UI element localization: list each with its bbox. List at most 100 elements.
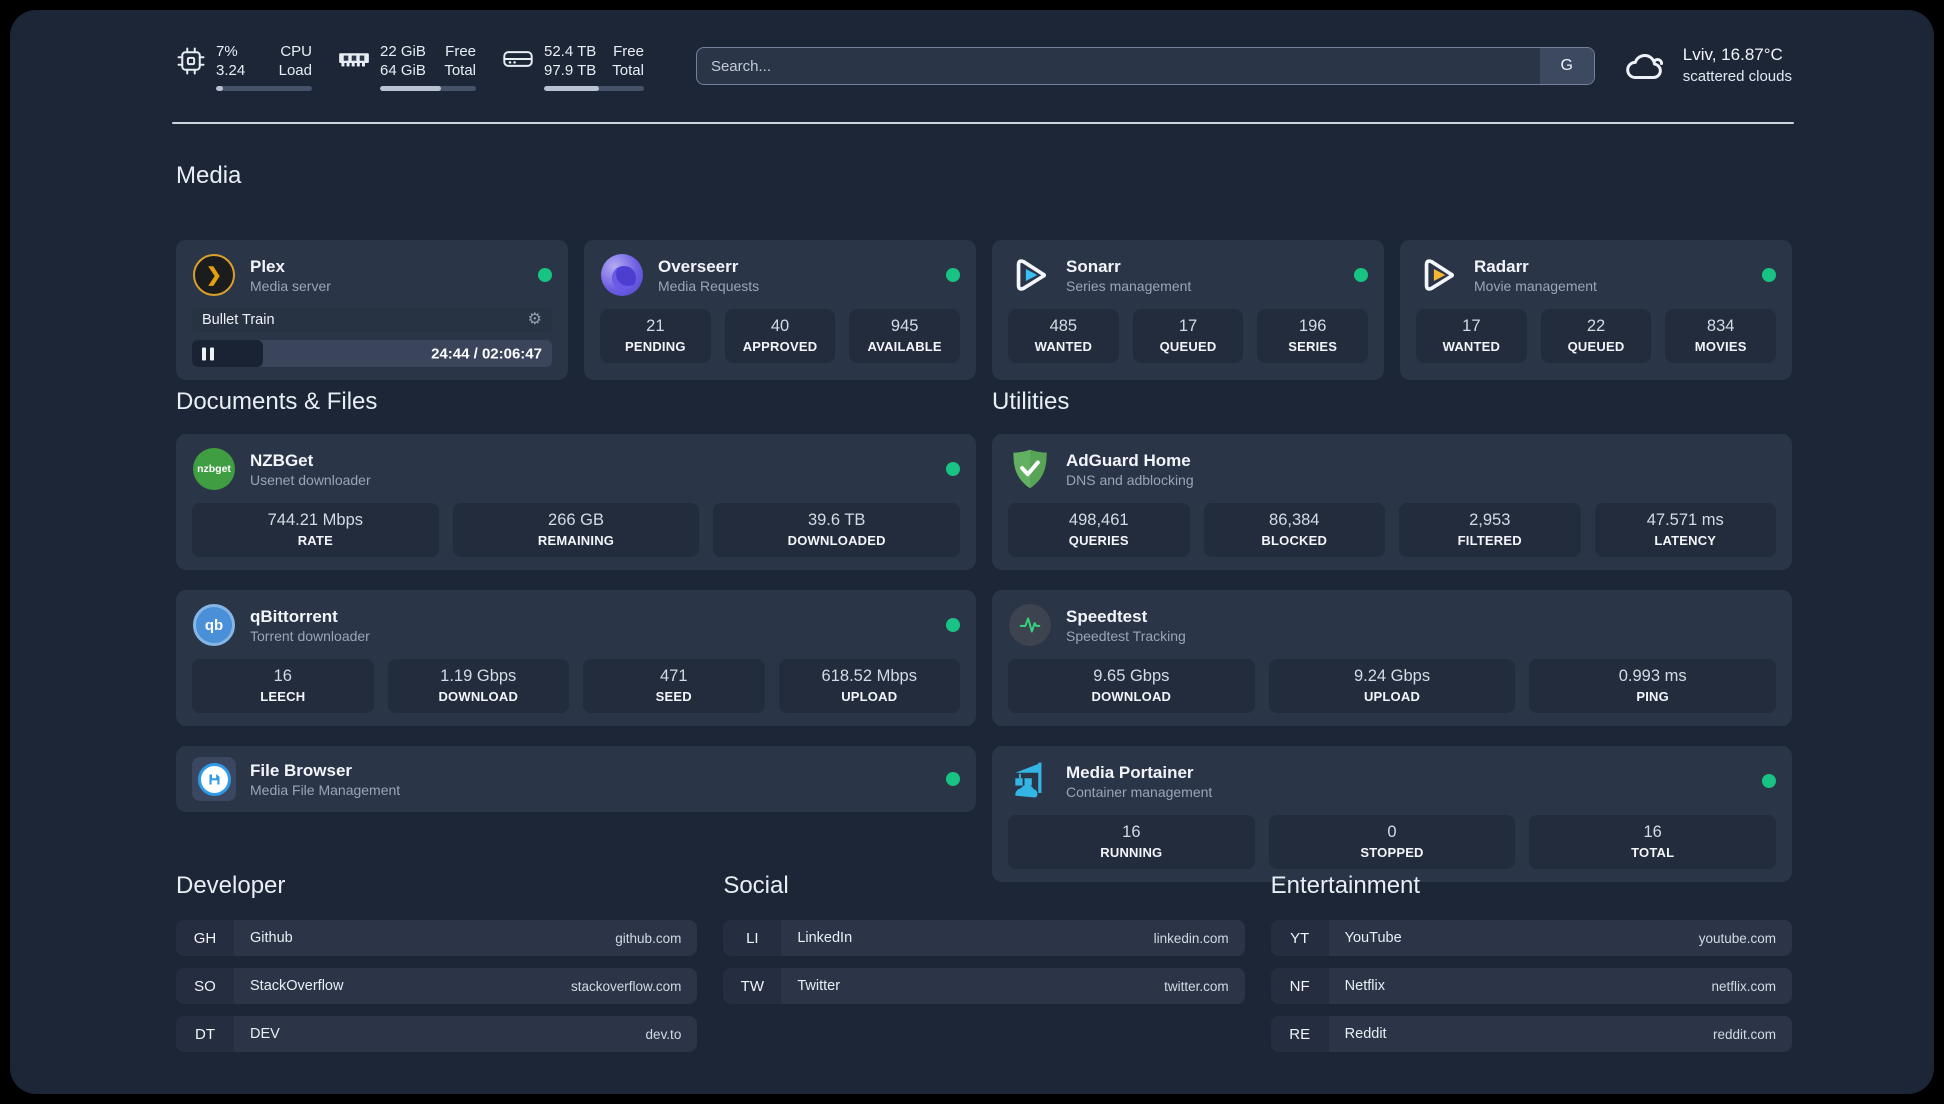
playback-time: 24:44 / 02:06:47 xyxy=(431,345,542,362)
memory-label-top: Free xyxy=(445,42,476,60)
app-name: Overseerr xyxy=(658,256,739,276)
storage-total-value: 97.9 TB xyxy=(544,62,597,79)
app-card-filebrowser[interactable]: File Browser Media File Management xyxy=(176,746,976,812)
bookmark-name: Twitter xyxy=(797,978,841,994)
bookmark-linkedin[interactable]: LI LinkedIn linkedin.com xyxy=(723,920,1245,956)
stat-latency: 47.571 ms LATENCY xyxy=(1594,503,1776,557)
stat-queries: 498,461 QUERIES xyxy=(1008,503,1190,557)
bookmark-github[interactable]: GH Github github.com xyxy=(176,920,698,956)
now-playing-title: Bullet Train xyxy=(202,312,275,328)
bookmark-name: StackOverflow xyxy=(250,978,344,994)
app-card-plex[interactable]: ❯ Plex Media server Bullet Train ⚙ 24:44… xyxy=(176,240,568,380)
playback-progress-bar[interactable]: 24:44 / 02:06:47 xyxy=(192,340,552,367)
app-name: AdGuard Home xyxy=(1066,450,1191,470)
bookmark-url: dev.to xyxy=(645,1026,682,1042)
app-card-portainer[interactable]: Media Portainer Container management 16 R… xyxy=(992,746,1792,882)
now-playing-bar: Bullet Train ⚙ xyxy=(192,308,552,332)
settings-gear-icon[interactable]: ⚙ xyxy=(528,312,542,328)
search-bar[interactable]: G xyxy=(695,47,1595,85)
search-engine-button[interactable]: G xyxy=(1539,48,1594,84)
status-dot xyxy=(946,772,960,786)
storage-label-bottom: Total xyxy=(612,62,644,79)
bookmark-abbr: DT xyxy=(176,1016,234,1052)
stat-download: 1.19 Gbps DOWNLOAD xyxy=(387,659,569,713)
bookmark-url: twitter.com xyxy=(1164,978,1229,994)
bookmark-url: linkedin.com xyxy=(1153,930,1229,946)
bookmark-abbr: LI xyxy=(723,920,782,956)
stat-queued: 17 QUEUED xyxy=(1132,309,1244,363)
top-bar: 7% 3.24 CPU Load 22 GiB 64 GiB Free Tota… xyxy=(176,36,1792,96)
portainer-icon xyxy=(1008,759,1052,803)
stat-movies: 834 MOVIES xyxy=(1665,309,1777,363)
pause-icon[interactable] xyxy=(202,347,214,360)
filebrowser-icon xyxy=(192,757,236,801)
bookmark-abbr: YT xyxy=(1270,920,1329,956)
app-name: Speedtest xyxy=(1066,606,1148,626)
bookmark-abbr: SO xyxy=(176,968,234,1004)
bookmark-youtube[interactable]: YT YouTube youtube.com xyxy=(1270,920,1792,956)
weather-condition: scattered clouds xyxy=(1682,68,1792,86)
dashboard-background: 7% 3.24 CPU Load 22 GiB 64 GiB Free Tota… xyxy=(10,10,1934,1094)
app-card-adguard[interactable]: AdGuard Home DNS and adblocking 498,461 Q… xyxy=(992,434,1792,570)
bookmark-netflix[interactable]: NF Netflix netflix.com xyxy=(1270,968,1792,1004)
section-title-developer: Developer xyxy=(176,872,286,899)
stat-remaining: 266 GB REMAINING xyxy=(452,503,700,557)
bookmark-name: LinkedIn xyxy=(797,930,853,946)
stat-series: 196 SERIES xyxy=(1257,309,1369,363)
bookmark-abbr: GH xyxy=(176,920,234,956)
memory-label-bottom: Total xyxy=(444,62,476,79)
developer-column: Developer GH Github github.com SO StackOv… xyxy=(176,872,698,1064)
bookmark-url: github.com xyxy=(615,930,682,946)
bookmark-name: Netflix xyxy=(1344,978,1385,994)
bookmark-stackoverflow[interactable]: SO StackOverflow stackoverflow.com xyxy=(176,968,698,1004)
ram-icon xyxy=(339,52,369,66)
memory-progress-bar xyxy=(380,85,476,91)
nzbget-icon: nzbget xyxy=(192,447,236,491)
status-dot xyxy=(1762,774,1776,788)
stat-filtered: 2,953 FILTERED xyxy=(1399,503,1581,557)
bookmark-dev[interactable]: DT DEV dev.to xyxy=(176,1016,698,1052)
app-card-qbittorrent[interactable]: qb qBittorrent Torrent downloader 16 LEEC… xyxy=(176,590,976,726)
adguard-icon xyxy=(1008,447,1052,491)
weather-widget[interactable]: Lviv, 16.87°C scattered clouds xyxy=(1623,44,1792,87)
disk-icon xyxy=(503,50,533,67)
bookmark-reddit[interactable]: RE Reddit reddit.com xyxy=(1270,1016,1792,1052)
plex-icon: ❯ xyxy=(192,253,236,297)
entertainment-column: Entertainment YT YouTube youtube.com NF N… xyxy=(1270,872,1792,1064)
app-card-nzbget[interactable]: nzbget NZBGet Usenet downloader 744.21 M… xyxy=(176,434,976,570)
app-card-overseerr[interactable]: Overseerr Media Requests 21 PENDING 40 APP… xyxy=(584,240,976,380)
app-name: Media Portainer xyxy=(1066,762,1194,782)
stat-approved: 40 APPROVED xyxy=(724,309,836,363)
app-subtitle: Container management xyxy=(1066,783,1213,800)
app-name: Radarr xyxy=(1474,256,1529,276)
cpu-percent: 7% xyxy=(216,42,238,60)
app-card-sonarr[interactable]: Sonarr Series management 485 WANTED 17 QUE… xyxy=(992,240,1384,380)
section-title-utilities: Utilities xyxy=(992,388,1070,415)
stat-upload: 618.52 Mbps UPLOAD xyxy=(778,659,960,713)
app-card-radarr[interactable]: Radarr Movie management 17 WANTED 22 QUEUE… xyxy=(1400,240,1792,380)
stat-seed: 471 SEED xyxy=(583,659,765,713)
cloud-icon xyxy=(1626,54,1663,79)
bookmark-name: Github xyxy=(250,930,293,946)
stat-rate: 744.21 Mbps RATE xyxy=(192,503,439,557)
cpu-label-bottom: Load xyxy=(278,62,312,79)
status-dot xyxy=(1762,268,1776,282)
app-subtitle: Media server xyxy=(250,277,331,294)
status-dot xyxy=(946,268,960,282)
section-title-media: Media xyxy=(176,162,242,189)
app-name: NZBGet xyxy=(250,450,314,470)
app-name: File Browser xyxy=(250,760,353,780)
bookmark-url: netflix.com xyxy=(1711,978,1776,994)
stat-blocked: 86,384 BLOCKED xyxy=(1203,503,1385,557)
bookmark-twitter[interactable]: TW Twitter twitter.com xyxy=(723,968,1245,1004)
cpu-metric: 7% 3.24 CPU Load xyxy=(176,42,312,91)
stat-total: 16 TOTAL xyxy=(1529,815,1777,869)
stat-downloaded: 39.6 TB DOWNLOADED xyxy=(713,503,961,557)
overseerr-icon xyxy=(600,253,644,297)
stat-running: 16 RUNNING xyxy=(1008,815,1255,869)
app-subtitle: Speedtest Tracking xyxy=(1066,627,1186,644)
search-input[interactable] xyxy=(696,48,1594,84)
bookmark-abbr: RE xyxy=(1270,1016,1329,1052)
app-card-speedtest[interactable]: Speedtest Speedtest Tracking 9.65 Gbps DO… xyxy=(992,590,1792,726)
bookmark-abbr: NF xyxy=(1270,968,1329,1004)
